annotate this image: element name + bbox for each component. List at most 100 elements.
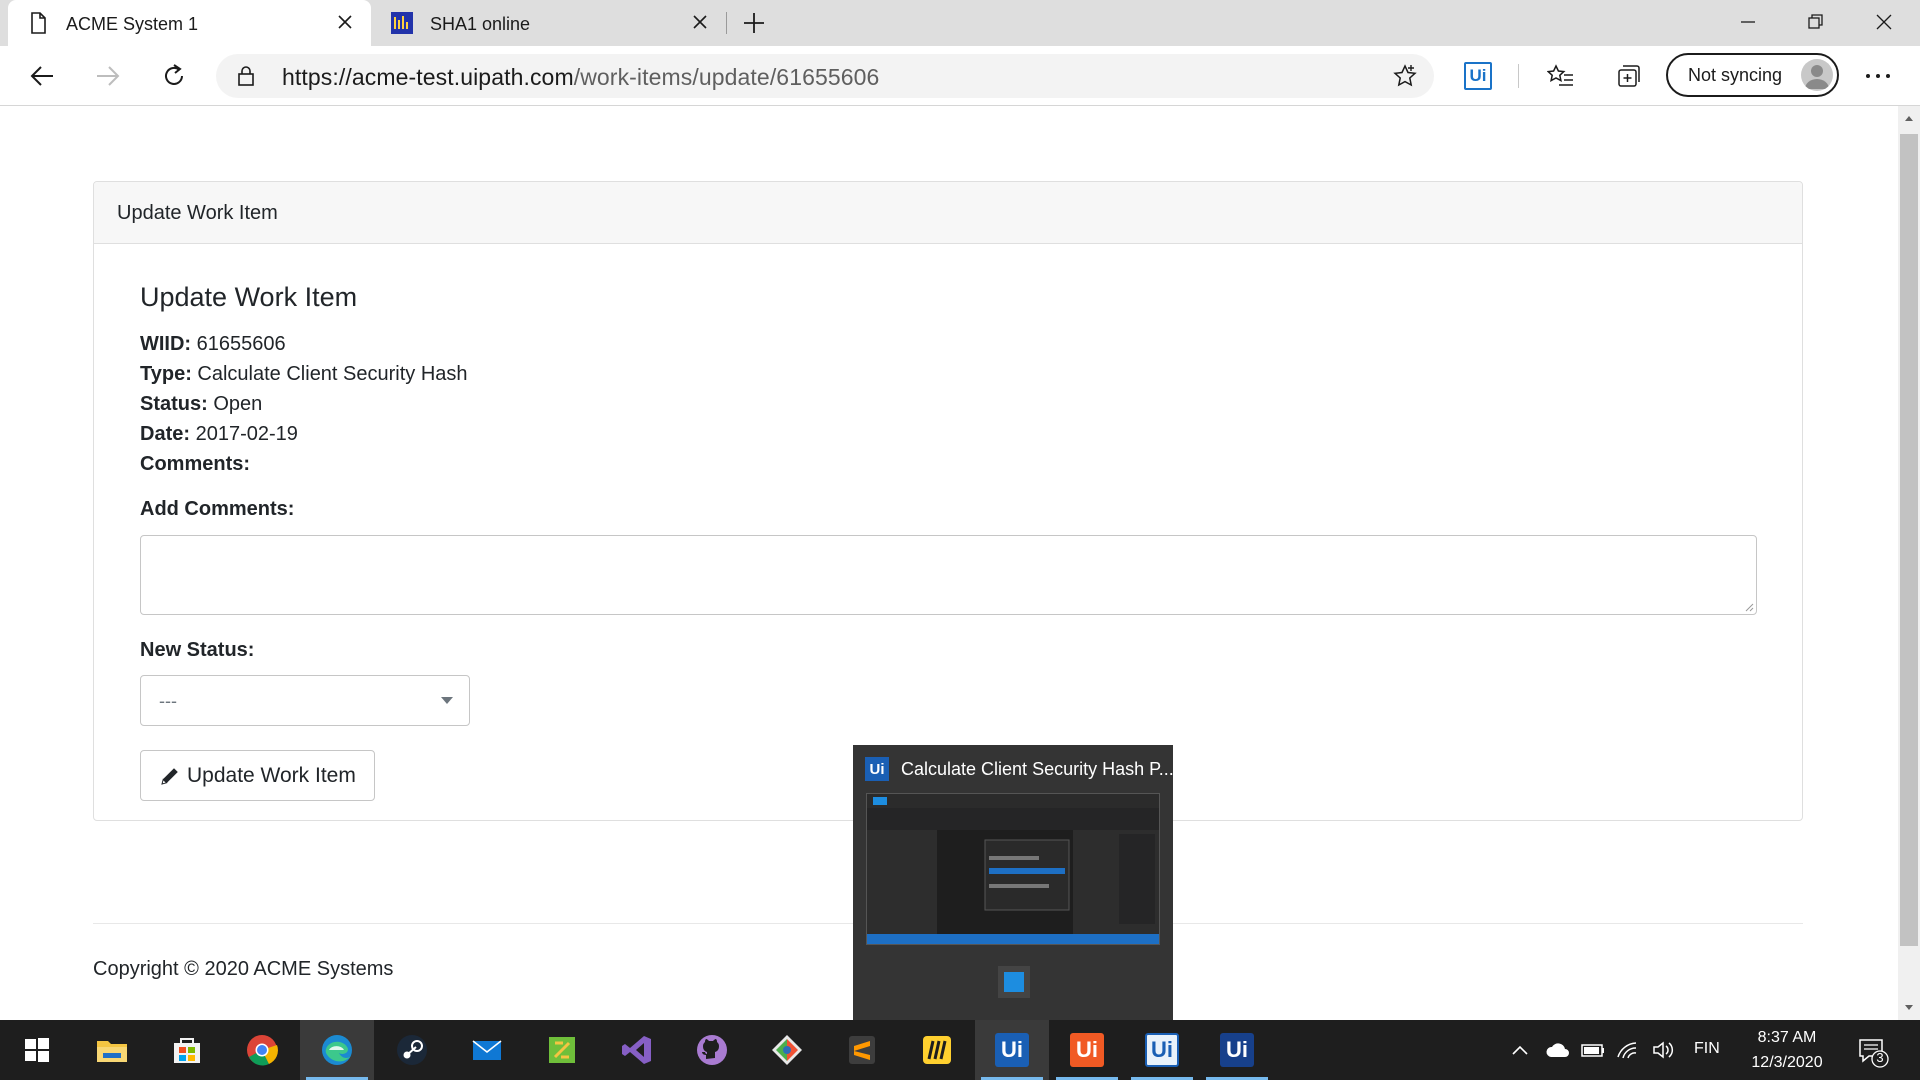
store-icon (174, 1038, 200, 1063)
show-hidden-icons-button[interactable] (1502, 1020, 1538, 1080)
clock-date: 12/3/2020 (1751, 1054, 1823, 1071)
cloud-icon (1546, 1043, 1569, 1057)
visual-studio-icon (622, 1036, 651, 1064)
taskbar-app-green[interactable] (525, 1020, 599, 1080)
taskbar-git-tool[interactable] (750, 1020, 824, 1080)
windows-logo-icon (25, 1038, 49, 1062)
field-label: Date: (140, 423, 191, 445)
preview-title: Calculate Client Security Hash P... (901, 759, 1174, 779)
field-label: WIID: (140, 333, 192, 355)
add-comments-textarea[interactable] (140, 535, 1757, 615)
taskbar-microsoft-store[interactable] (150, 1020, 224, 1080)
chrome-icon (247, 1035, 278, 1066)
refresh-button[interactable] (158, 60, 190, 92)
taskbar-steam[interactable] (375, 1020, 449, 1080)
profile-sync-button[interactable]: Not syncing (1666, 53, 1839, 97)
taskbar-window-preview[interactable]: Ui Calculate Client Security Hash P... (853, 745, 1174, 1021)
action-center-button[interactable]: 3 (1855, 1034, 1889, 1068)
new-tab-icon[interactable] (740, 9, 768, 37)
field-value: Open (213, 393, 263, 415)
taskbar-file-explorer[interactable] (75, 1020, 149, 1080)
url-text[interactable]: https://acme-test.uipath.com/work-items/… (282, 64, 879, 91)
stop-button[interactable] (998, 966, 1030, 998)
preview-thumbnail[interactable] (866, 793, 1160, 945)
sublime-text-icon (849, 1036, 875, 1064)
minimize-button[interactable] (1718, 0, 1778, 44)
taskbar-sublime-text[interactable] (825, 1020, 899, 1080)
steam-icon (397, 1035, 427, 1065)
chevron-up-icon (1512, 1045, 1528, 1055)
wifi-tray-icon[interactable] (1610, 1020, 1646, 1080)
favorite-star-icon[interactable] (1392, 63, 1418, 89)
volume-tray-icon[interactable] (1645, 1020, 1681, 1080)
taskbar-github-desktop[interactable] (675, 1020, 749, 1080)
uipath-extension-button[interactable]: Ui (1464, 62, 1492, 90)
scroll-down-icon[interactable] (1904, 1004, 1914, 1012)
chevron-down-icon (441, 697, 453, 704)
github-icon (697, 1035, 727, 1065)
lock-icon[interactable] (234, 64, 258, 88)
page-scrollbar[interactable] (1898, 106, 1920, 1020)
start-button[interactable] (0, 1020, 74, 1080)
address-bar[interactable]: https://acme-test.uipath.com/work-items/… (216, 54, 1434, 98)
folder-icon (97, 1041, 127, 1062)
favorites-list-icon (1547, 64, 1573, 86)
taskbar-mail[interactable] (450, 1020, 524, 1080)
close-tab-icon[interactable] (688, 10, 712, 34)
favorites-button[interactable] (1545, 60, 1577, 92)
close-window-button[interactable] (1854, 0, 1914, 44)
uipath-orange-icon: Ui (1070, 1033, 1104, 1067)
select-value: --- (159, 691, 177, 711)
studio-window-thumbnail (867, 794, 1159, 944)
restore-button[interactable] (1786, 0, 1846, 44)
app-icon (549, 1037, 575, 1063)
resize-grip-icon[interactable] (1744, 602, 1754, 612)
tab-sha1-online[interactable]: SHA1 online (372, 0, 726, 46)
windows-taskbar: Ui Ui Ui Ui FIN 8:37 AM 12/3/2020 3 (0, 1020, 1920, 1080)
field-label: Comments: (140, 453, 251, 475)
add-comments-label: Add Comments: (140, 498, 295, 520)
battery-tray-icon[interactable] (1575, 1020, 1611, 1080)
clock-time: 8:37 AM (1757, 1029, 1817, 1046)
pencil-icon (161, 768, 178, 785)
more-options-icon[interactable] (1860, 66, 1896, 86)
taskbar-miro[interactable] (900, 1020, 974, 1080)
close-tab-icon[interactable] (333, 10, 357, 34)
taskbar-uipath-studio[interactable]: Ui (975, 1020, 1049, 1080)
taskbar-chrome[interactable] (225, 1020, 299, 1080)
taskbar-uipath-assistant[interactable]: Ui (1125, 1020, 1199, 1080)
mail-icon (472, 1040, 502, 1060)
system-clock[interactable]: 8:37 AM 12/3/2020 (1737, 1025, 1837, 1075)
sync-status-label: Not syncing (1688, 65, 1783, 85)
scrollbar-thumb[interactable] (1900, 134, 1918, 946)
onedrive-tray-icon[interactable] (1540, 1020, 1576, 1080)
sha1-favicon (391, 12, 413, 34)
edge-icon (322, 1035, 352, 1065)
wifi-icon (1617, 1042, 1637, 1059)
stop-icon (1004, 972, 1024, 992)
new-status-label: New Status: (140, 639, 255, 661)
tab-acme-system[interactable]: ACME System 1 (8, 0, 371, 46)
update-work-item-button[interactable]: Update Work Item (140, 750, 375, 801)
notification-count: 3 (1876, 1050, 1884, 1065)
taskbar-uipath-studio-orange[interactable]: Ui (1050, 1020, 1124, 1080)
back-button[interactable] (26, 60, 58, 92)
field-type: Type: Calculate Client Security Hash (140, 363, 468, 386)
url-host: https://acme-test.uipath.com (282, 64, 574, 90)
taskbar-uipath-robot[interactable]: Ui (1200, 1020, 1274, 1080)
taskbar-visual-studio[interactable] (600, 1020, 674, 1080)
new-status-select[interactable]: --- (140, 675, 470, 726)
field-label: Type: (140, 363, 192, 385)
taskbar-edge[interactable] (300, 1020, 374, 1080)
browser-tab-strip: ACME System 1 SHA1 online (0, 0, 1920, 46)
input-language-indicator[interactable]: FIN (1694, 1040, 1720, 1058)
git-tool-icon (772, 1035, 802, 1065)
avatar (1801, 59, 1833, 91)
page-title: Update Work Item (140, 282, 358, 312)
forward-button[interactable] (92, 60, 124, 92)
update-work-item-card: Update Work Item Update Work Item WIID: … (93, 181, 1803, 821)
arrow-right-icon (97, 66, 120, 86)
refresh-icon (165, 64, 183, 85)
collections-button[interactable] (1612, 60, 1644, 92)
scroll-up-icon[interactable] (1904, 114, 1914, 122)
